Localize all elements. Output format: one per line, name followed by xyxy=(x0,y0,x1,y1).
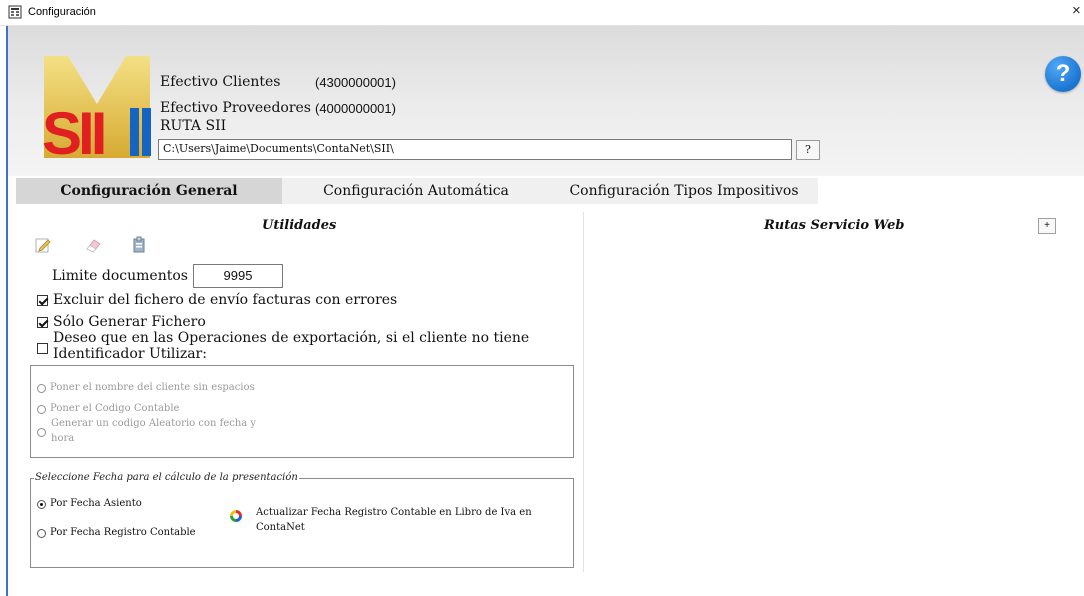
window-title: Configuración xyxy=(28,6,96,18)
browse-path-button[interactable]: ? xyxy=(796,140,820,160)
tab-configuracion-general[interactable]: Configuración General xyxy=(16,178,282,204)
efectivo-clientes-label: Efectivo Clientes xyxy=(160,74,281,90)
radio-fecha-asiento-label: Por Fecha Asiento xyxy=(50,498,142,509)
radio-nombre-sin-espacios-label: Poner el nombre del cliente sin espacios xyxy=(50,382,255,393)
clipboard-icon[interactable] xyxy=(130,236,148,254)
checkbox-operaciones-exportacion[interactable] xyxy=(37,343,48,354)
app-window-icon xyxy=(8,5,22,19)
actualizar-fecha-line1: Actualizar Fecha Registro Contable en Li… xyxy=(256,507,532,518)
radio-fecha-asiento[interactable]: Por Fecha Asiento xyxy=(37,498,217,512)
radio-codigo-contable-dot[interactable] xyxy=(37,405,46,414)
efectivo-proveedores-value: (4000000001) xyxy=(315,101,396,116)
close-button[interactable]: × xyxy=(1072,2,1084,19)
radio-nombre-sin-espacios[interactable]: Poner el nombre del cliente sin espacios xyxy=(37,382,357,396)
actualizar-fecha-line2: ContaNet xyxy=(256,522,305,533)
limite-documentos-input[interactable]: 9995 xyxy=(193,264,283,288)
efectivo-proveedores-label: Efectivo Proveedores xyxy=(160,100,311,116)
radio-nombre-sin-espacios-dot[interactable] xyxy=(37,384,46,393)
tab-bar: Configuración General Configuración Auto… xyxy=(8,178,1084,204)
refresh-colors-icon[interactable] xyxy=(228,508,244,524)
radio-fecha-registro-contable-label: Por Fecha Registro Contable xyxy=(50,527,196,538)
radio-codigo-aleatorio-line2: hora xyxy=(51,433,75,444)
radio-codigo-contable[interactable]: Poner el Codigo Contable xyxy=(37,403,257,417)
check-excluir-errores-label: Excluir del fichero de envío facturas co… xyxy=(53,292,398,308)
edit-icon[interactable] xyxy=(34,236,52,254)
sii-logo: SII xyxy=(42,56,151,164)
check-solo-generar-fichero-label: Sólo Generar Fichero xyxy=(53,314,206,330)
limite-documentos-label: Limite documentos xyxy=(52,268,188,284)
radio-fecha-registro-contable-dot[interactable] xyxy=(37,529,46,538)
add-ruta-button[interactable]: + xyxy=(1038,218,1056,234)
check-excluir-errores[interactable]: Excluir del fichero de envío facturas co… xyxy=(37,292,417,310)
header-panel: SII Efectivo Clientes (4300000001) Efect… xyxy=(8,26,1084,176)
radio-codigo-aleatorio-dot[interactable] xyxy=(37,428,46,437)
title-bar: Configuración × xyxy=(0,0,1084,26)
radio-codigo-contable-label: Poner el Codigo Contable xyxy=(50,403,180,414)
radio-codigo-aleatorio[interactable]: Generar un codigo Aleatorio con fecha y … xyxy=(37,418,317,448)
help-button[interactable]: ? xyxy=(1045,56,1081,92)
efectivo-clientes-value: (4300000001) xyxy=(315,75,396,90)
actualizar-fecha-registro-button[interactable]: Actualizar Fecha Registro Contable en Li… xyxy=(256,505,576,535)
check-operaciones-exportacion-line1: Deseo que en las Operaciones de exportac… xyxy=(53,330,530,346)
tab-configuracion-automatica[interactable]: Configuración Automática xyxy=(282,178,550,204)
utilidades-title: Utilidades xyxy=(262,218,337,233)
tab-configuracion-tipos-impositivos[interactable]: Configuración Tipos Impositivos xyxy=(550,178,818,204)
radio-fecha-asiento-dot[interactable] xyxy=(37,500,46,509)
ruta-sii-input[interactable]: C:\Users\Jaime\Documents\ContaNet\SII\ xyxy=(158,139,792,160)
sii-logo-text: SII xyxy=(42,100,104,164)
check-operaciones-exportacion[interactable]: Deseo que en las Operaciones de exportac… xyxy=(37,330,537,366)
ruta-sii-label: RUTA SII xyxy=(160,118,227,134)
panel-separator xyxy=(583,212,584,572)
radio-fecha-registro-contable[interactable]: Por Fecha Registro Contable xyxy=(37,527,227,541)
check-operaciones-exportacion-line2: Identificador Utilizar: xyxy=(53,346,207,362)
rutas-servicio-web-title: Rutas Servicio Web xyxy=(764,218,905,233)
checkbox-excluir-errores[interactable] xyxy=(37,295,48,306)
eraser-icon[interactable] xyxy=(84,236,102,254)
fecha-presentacion-legend: Seleccione Fecha para el cálculo de la p… xyxy=(34,472,299,483)
checkbox-solo-generar-fichero[interactable] xyxy=(37,317,48,328)
radio-codigo-aleatorio-line1: Generar un codigo Aleatorio con fecha y xyxy=(51,418,257,429)
